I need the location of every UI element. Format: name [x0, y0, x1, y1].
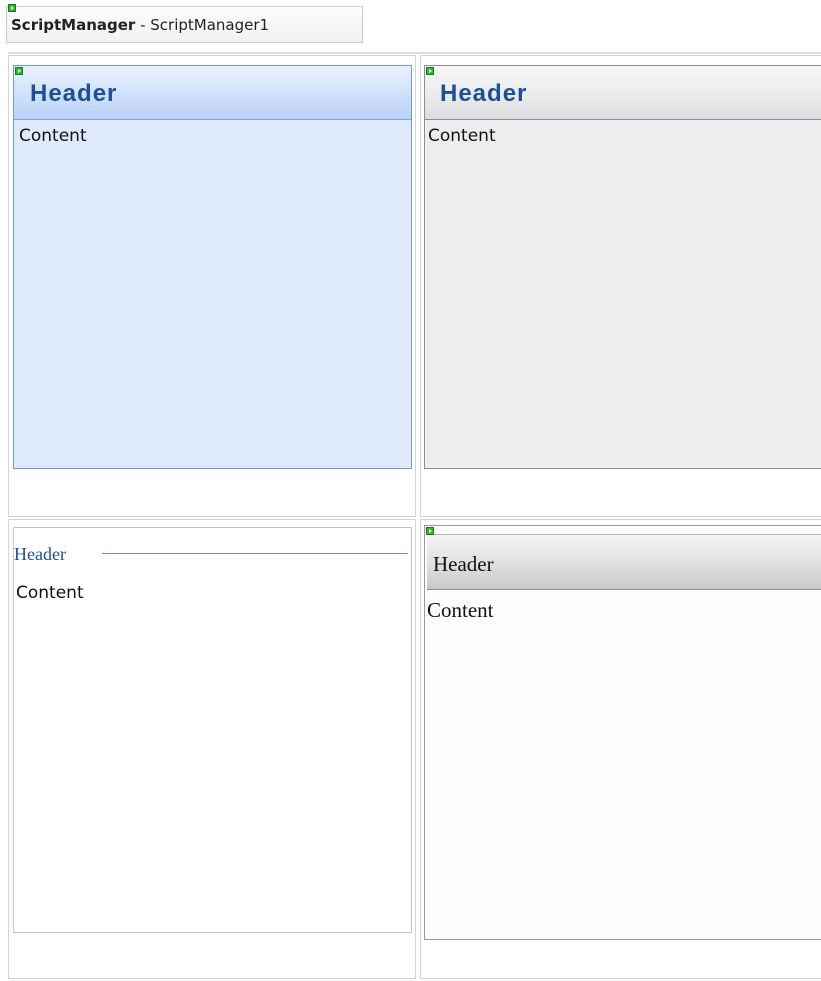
widget-content-text: Content — [16, 583, 84, 603]
widget-content-text: Content — [427, 598, 494, 622]
widget-header-divider — [102, 553, 408, 554]
script-manager-separator: - — [135, 16, 151, 34]
widget-gray[interactable]: Header Content — [424, 525, 821, 940]
script-manager-control[interactable]: ScriptManager - ScriptManager1 — [6, 6, 363, 43]
smart-tag-icon[interactable] — [426, 527, 434, 535]
widget-header-title: Header — [30, 80, 118, 107]
widget-header-bar[interactable]: Header — [427, 534, 821, 590]
widget-header-title: Header — [440, 80, 528, 107]
widget-content-text: Content — [428, 126, 496, 146]
script-manager-type-label: ScriptManager — [11, 16, 136, 34]
layout-table-top-border — [8, 52, 821, 54]
designer-surface: ScriptManager - ScriptManager1 Header Co… — [0, 0, 821, 981]
widget-header-title: Header — [433, 552, 494, 576]
widget-silver[interactable]: Header Content — [424, 65, 821, 469]
widget-content-text: Content — [19, 126, 87, 146]
widget-blue[interactable]: Header Content — [13, 65, 412, 469]
smart-tag-icon[interactable] — [8, 4, 16, 12]
widget-fieldset[interactable]: Header Content — [13, 527, 412, 933]
script-manager-instance-name: ScriptManager1 — [150, 16, 270, 34]
smart-tag-icon[interactable] — [15, 67, 23, 75]
widget-header-title: Header — [14, 544, 74, 565]
smart-tag-icon[interactable] — [426, 67, 434, 75]
